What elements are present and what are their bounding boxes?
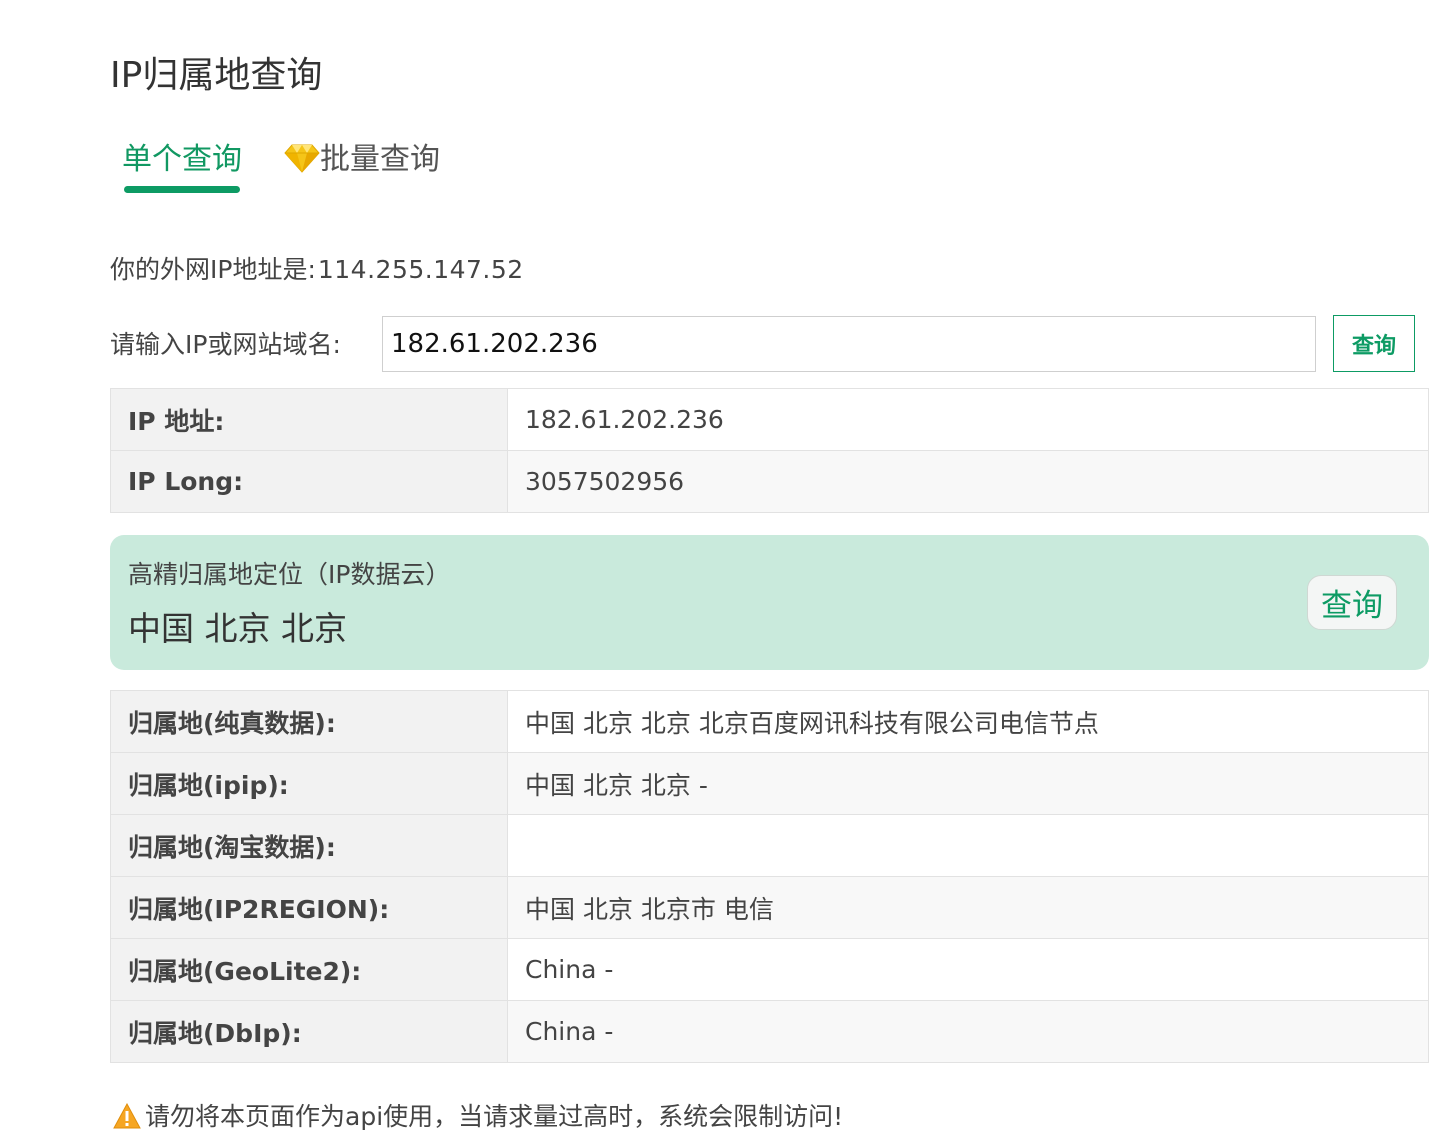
query-tabs: 单个查询 批量查询 <box>110 138 610 198</box>
active-tab-indicator <box>124 186 240 193</box>
source-value <box>507 814 1429 877</box>
source-value: China - <box>507 938 1429 1001</box>
my-ip-label: 你的外网IP地址是: <box>110 255 316 284</box>
source-key: 归属地(纯真数据): <box>110 690 508 753</box>
warning-text: 请勿将本页面作为api使用，当请求量过高时，系统会限制访问! <box>145 1102 844 1131</box>
precise-location-query-button[interactable]: 查询 <box>1307 575 1397 630</box>
precise-location-label: 高精归属地定位（IP数据云） <box>128 560 451 589</box>
source-value: 中国 北京 北京 北京百度网讯科技有限公司电信节点 <box>507 690 1429 753</box>
my-ip-line: 你的外网IP地址是:114.255.147.52 <box>110 252 524 288</box>
table-row: IP Long: 3057502956 <box>110 450 1429 513</box>
source-key: 归属地(淘宝数据): <box>110 814 508 877</box>
precise-location-value: 中国 北京 北京 <box>128 609 347 648</box>
source-value: 中国 北京 北京市 电信 <box>507 876 1429 939</box>
ip-address-value: 182.61.202.236 <box>507 388 1429 451</box>
source-value: China - <box>507 1000 1429 1063</box>
ip-query-input[interactable] <box>382 316 1316 372</box>
page-title: IP归属地查询 <box>110 55 323 96</box>
table-row: 归属地(DbIp): China - <box>110 1000 1429 1063</box>
tab-single-query-label: 单个查询 <box>122 142 242 177</box>
table-row: 归属地(GeoLite2): China - <box>110 938 1429 1001</box>
source-key: 归属地(DbIp): <box>110 1000 508 1063</box>
ip-long-key: IP Long: <box>110 450 508 513</box>
precise-location-card: 高精归属地定位（IP数据云） 中国 北京 北京 查询 <box>110 535 1429 670</box>
source-key: 归属地(IP2REGION): <box>110 876 508 939</box>
tab-batch-query[interactable]: 批量查询 <box>284 138 440 182</box>
table-row: 归属地(淘宝数据): <box>110 814 1429 877</box>
source-key: 归属地(ipip): <box>110 752 508 815</box>
table-row: 归属地(纯真数据): 中国 北京 北京 北京百度网讯科技有限公司电信节点 <box>110 690 1429 753</box>
table-row: 归属地(IP2REGION): 中国 北京 北京市 电信 <box>110 876 1429 939</box>
location-sources-table: 归属地(纯真数据): 中国 北京 北京 北京百度网讯科技有限公司电信节点 归属地… <box>110 690 1429 1063</box>
api-usage-warning: 请勿将本页面作为api使用，当请求量过高时，系统会限制访问! <box>113 1098 843 1136</box>
tab-batch-query-label: 批量查询 <box>320 142 440 177</box>
source-value: 中国 北京 北京 - <box>507 752 1429 815</box>
query-label: 请输入IP或网站域名: <box>110 330 341 359</box>
basic-info-table: IP 地址: 182.61.202.236 IP Long: 305750295… <box>110 388 1429 513</box>
ip-long-value: 3057502956 <box>507 450 1429 513</box>
warning-icon <box>113 1102 141 1129</box>
ip-address-key: IP 地址: <box>110 388 508 451</box>
my-ip-value: 114.255.147.52 <box>317 255 524 284</box>
table-row: IP 地址: 182.61.202.236 <box>110 388 1429 451</box>
query-button[interactable]: 查询 <box>1333 315 1415 372</box>
diamond-icon <box>284 142 320 173</box>
source-key: 归属地(GeoLite2): <box>110 938 508 1001</box>
table-row: 归属地(ipip): 中国 北京 北京 - <box>110 752 1429 815</box>
tab-single-query[interactable]: 单个查询 <box>122 138 242 193</box>
